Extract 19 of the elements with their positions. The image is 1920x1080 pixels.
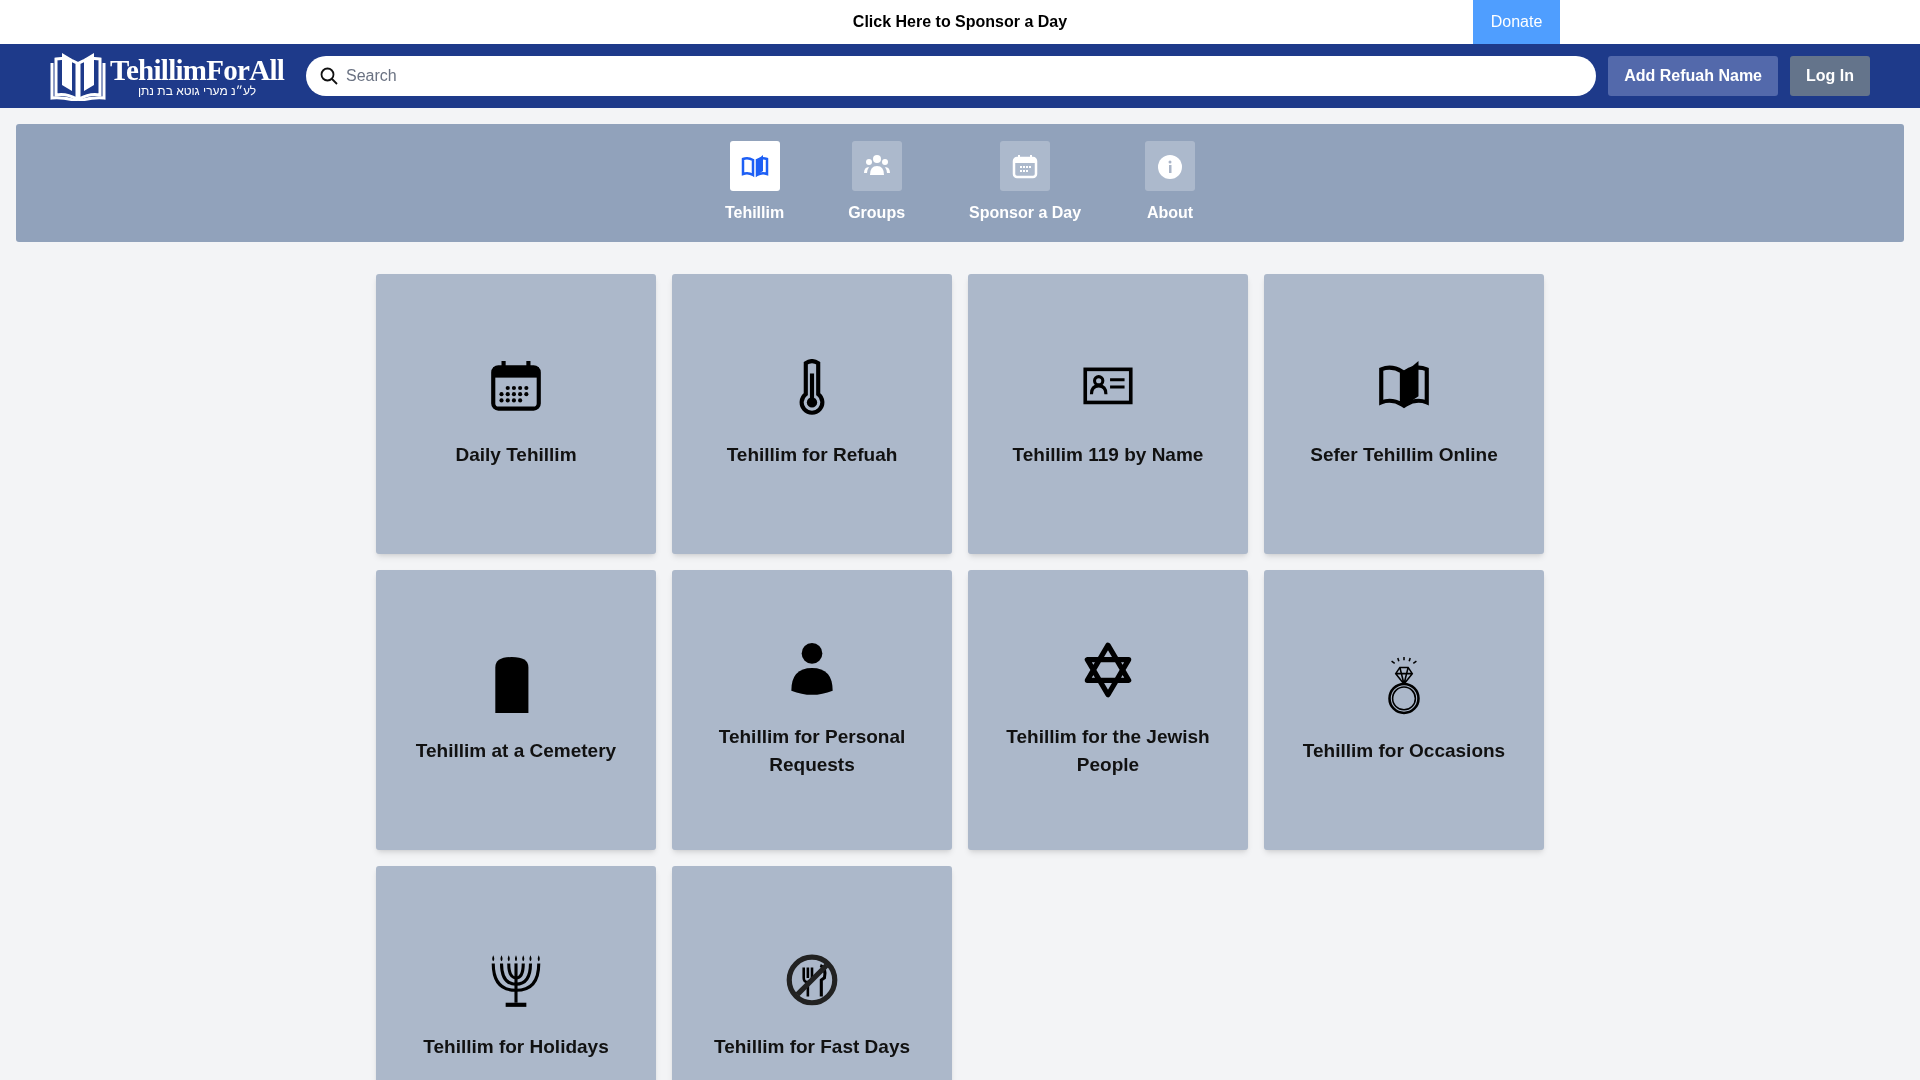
category-card[interactable]: Tehillim for the Jewish People <box>968 570 1248 850</box>
search-field[interactable]: Search <box>306 56 1597 96</box>
sponsor-link[interactable]: Click Here to Sponsor a Day <box>852 10 1068 34</box>
category-card[interactable]: Tehillim for Fast Days <box>672 866 952 1080</box>
category-card[interactable]: Tehillim for Holidays <box>376 866 656 1080</box>
category-card[interactable]: Tehillim for Personal Requests <box>672 570 952 850</box>
category-card[interactable]: Daily Tehillim <box>376 274 656 554</box>
add-refuah-name-button[interactable]: Add Refuah Name <box>1608 56 1778 96</box>
search-icon <box>320 67 338 85</box>
category-card[interactable]: Sefer Tehillim Online <box>1264 274 1544 554</box>
logo-text: TehillimForAll <box>110 55 285 85</box>
category-card[interactable]: Tehillim for Refuah <box>672 274 952 554</box>
category-card[interactable]: Tehillim for Occasions <box>1264 570 1544 850</box>
book-logo-icon <box>50 51 106 101</box>
category-card[interactable]: Tehillim 119 by Name <box>968 274 1248 554</box>
log-in-button[interactable]: Log In <box>1790 56 1870 96</box>
book-icon <box>739 152 770 180</box>
category-card[interactable]: Tehillim at a Cemetery <box>376 570 656 850</box>
dedication-text: לע״נ מערי גוטא בת נתן <box>137 84 257 97</box>
